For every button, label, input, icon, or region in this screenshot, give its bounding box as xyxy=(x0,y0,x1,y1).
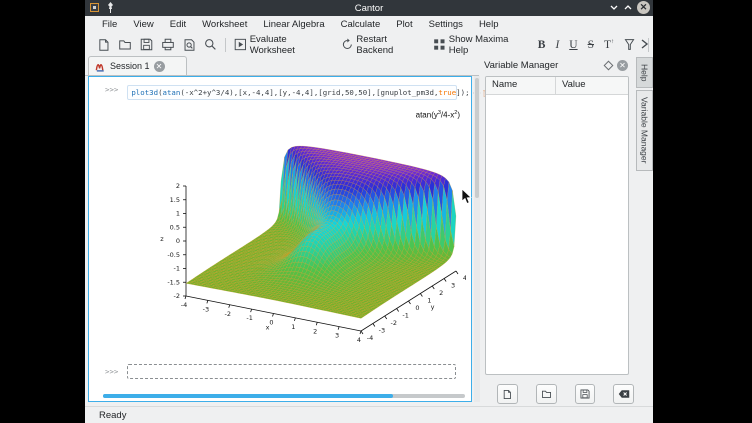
evaluate-label: Evaluate Worksheet xyxy=(250,34,333,56)
toolbar: Evaluate Worksheet Restart Backend Show … xyxy=(85,33,653,56)
menu-calculate[interactable]: Calculate xyxy=(334,19,388,30)
menu-plot[interactable]: Plot xyxy=(389,19,419,30)
command-token: atan xyxy=(163,88,181,97)
toolbar-overflow-icon[interactable] xyxy=(640,36,649,52)
column-name[interactable]: Name xyxy=(486,77,556,94)
text-color-button[interactable] xyxy=(619,36,640,53)
variable-manager-header: Variable Manager ✕ xyxy=(480,57,634,74)
save-variables-button[interactable] xyxy=(575,384,596,404)
new-command-entry[interactable] xyxy=(127,364,456,379)
new-variable-button[interactable] xyxy=(497,384,518,404)
menubar: File View Edit Worksheet Linear Algebra … xyxy=(85,16,653,33)
command-token: (-x^2+y^3/4),[x,-4,4],[y,-4,4],[grid,50,… xyxy=(180,88,438,97)
italic-button[interactable]: I xyxy=(550,38,564,52)
plot-output: atan(y3/4-x2) xyxy=(129,104,466,362)
bold-button[interactable]: B xyxy=(533,38,551,52)
float-panel-icon[interactable] xyxy=(604,61,614,71)
print-preview-button[interactable] xyxy=(179,36,200,54)
surface-plot-canvas xyxy=(129,104,466,362)
maxima-icon xyxy=(95,61,106,72)
superscript-arrow-icon: ↑ xyxy=(611,39,614,45)
window-title: Cantor xyxy=(85,3,653,14)
menu-view[interactable]: View xyxy=(126,19,160,30)
dock-tab-strip: Help Variable Manager xyxy=(636,57,653,173)
maxima-help-icon xyxy=(433,38,446,51)
new-document-icon xyxy=(502,389,512,400)
clear-variables-button[interactable] xyxy=(613,384,634,404)
desktop-background: Cantor ✕ File View Edit Worksheet Linear… xyxy=(0,0,752,423)
command-token: true xyxy=(438,88,456,97)
cantor-app-icon xyxy=(90,3,99,12)
variable-manager-toolbar xyxy=(480,384,634,404)
restart-icon xyxy=(341,38,354,51)
menu-worksheet[interactable]: Worksheet xyxy=(195,19,254,30)
menu-file[interactable]: File xyxy=(95,19,124,30)
restart-backend-button[interactable]: Restart Backend xyxy=(337,32,429,58)
print-button[interactable] xyxy=(157,36,179,53)
command-token: plot3d xyxy=(131,88,158,97)
tab-variable-manager[interactable]: Variable Manager xyxy=(636,90,653,170)
maxima-help-label: Show Maxima Help xyxy=(449,34,529,56)
menu-settings[interactable]: Settings xyxy=(422,19,470,30)
open-folder-icon xyxy=(541,389,552,399)
document-preview-icon xyxy=(183,38,196,52)
titlebar[interactable]: Cantor ✕ xyxy=(85,0,653,16)
panel-close-icon[interactable]: ✕ xyxy=(617,60,628,71)
column-value[interactable]: Value xyxy=(556,77,586,94)
evaluate-worksheet-button[interactable]: Evaluate Worksheet xyxy=(230,32,337,58)
status-text: Ready xyxy=(85,410,126,421)
tab-help[interactable]: Help xyxy=(636,57,653,88)
restart-label: Restart Backend xyxy=(356,34,425,56)
load-variables-button[interactable] xyxy=(536,384,557,404)
save-icon xyxy=(140,38,153,51)
statusbar: Ready xyxy=(85,406,653,423)
print-icon xyxy=(161,38,175,51)
maximize-icon[interactable] xyxy=(623,1,633,14)
menu-edit[interactable]: Edit xyxy=(163,19,193,30)
cantor-window: Cantor ✕ File View Edit Worksheet Linear… xyxy=(85,0,653,423)
menu-linear-algebra[interactable]: Linear Algebra xyxy=(256,19,331,30)
pin-icon[interactable] xyxy=(106,2,115,13)
tab-close-icon[interactable]: ✕ xyxy=(154,61,165,72)
close-icon[interactable]: ✕ xyxy=(637,1,650,14)
superscript-button[interactable]: T↑ xyxy=(599,38,619,52)
variable-manager-panel: Variable Manager ✕ Name Value xyxy=(480,57,634,406)
menu-help[interactable]: Help xyxy=(472,19,506,30)
save-worksheet-button[interactable] xyxy=(136,36,157,53)
mouse-cursor xyxy=(461,189,473,205)
toolbar-separator xyxy=(225,38,226,52)
horizontal-scrollbar-thumb[interactable] xyxy=(103,394,393,398)
new-document-icon xyxy=(97,38,110,52)
zoom-button[interactable] xyxy=(200,36,221,53)
variables-table[interactable]: Name Value xyxy=(485,76,629,375)
underline-button[interactable]: U xyxy=(564,38,582,52)
fill-color-icon xyxy=(623,38,636,51)
search-icon xyxy=(204,38,217,51)
variables-table-header: Name Value xyxy=(486,77,628,95)
variable-manager-title: Variable Manager xyxy=(480,60,605,71)
open-worksheet-button[interactable] xyxy=(114,36,136,53)
session-tab-label: Session 1 xyxy=(110,61,150,71)
horizontal-scrollbar[interactable] xyxy=(103,394,465,398)
command-prompt: >>> xyxy=(105,85,118,94)
minimize-icon[interactable] xyxy=(609,1,619,14)
clear-backspace-icon xyxy=(618,389,630,399)
plot-title: atan(y3/4-x2) xyxy=(416,110,460,120)
command-token: ]); xyxy=(456,88,469,97)
strikethrough-button[interactable]: S xyxy=(583,38,599,52)
evaluate-icon xyxy=(234,38,247,51)
vertical-scrollbar-thumb[interactable] xyxy=(475,78,479,198)
command-input[interactable]: plot3d(atan(-x^2+y^3/4),[x,-4,4],[y,-4,4… xyxy=(127,85,457,100)
open-folder-icon xyxy=(118,38,132,51)
show-maxima-help-button[interactable]: Show Maxima Help xyxy=(429,32,533,58)
entry-prompt: >>> xyxy=(105,367,118,376)
tab-session-1[interactable]: Session 1 ✕ xyxy=(88,56,187,75)
save-icon xyxy=(580,389,590,399)
new-worksheet-button[interactable] xyxy=(93,36,114,54)
worksheet-tabbar: Session 1 ✕ xyxy=(85,56,479,76)
worksheet-view[interactable]: >>> plot3d(atan(-x^2+y^3/4),[x,-4,4],[y,… xyxy=(88,76,472,402)
